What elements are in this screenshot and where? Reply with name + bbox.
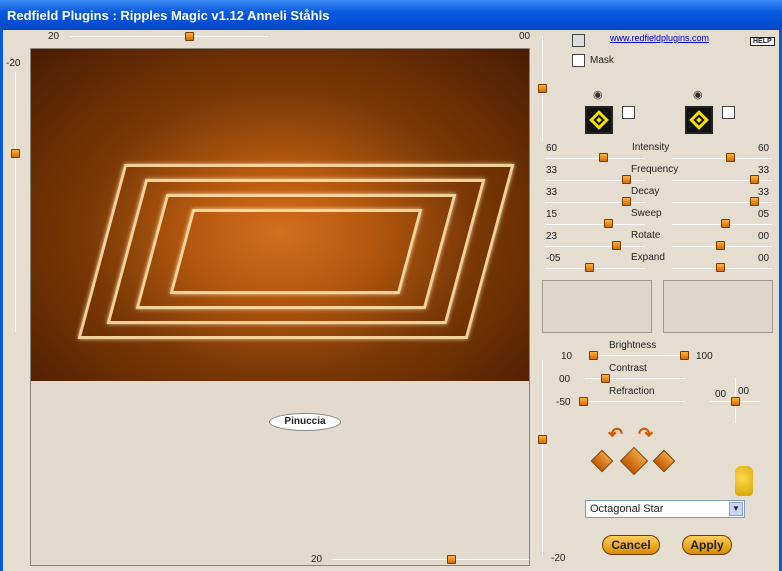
expand-right-thumb[interactable] (716, 263, 725, 272)
frequency-left-value: 33 (546, 165, 558, 176)
intensity-right-thumb[interactable] (726, 153, 735, 162)
reset-icon[interactable] (572, 34, 585, 47)
lower-vertical-slider-value: -20 (551, 553, 566, 564)
frequency-right-thumb[interactable] (750, 175, 759, 184)
pattern-left-checkbox[interactable] (622, 106, 635, 119)
preset-select[interactable]: Octagonal Star ▼ (585, 500, 745, 518)
bottom-slider-value: 20 (311, 554, 323, 565)
contrast-label: Contrast (609, 363, 647, 374)
left-slider-thumb[interactable] (11, 149, 20, 158)
brightness-min-value: 10 (561, 351, 573, 362)
expand-left-thumb[interactable] (585, 263, 594, 272)
rotate-right-thumb[interactable] (716, 241, 725, 250)
undo-arrow-icon[interactable]: ↶ (608, 424, 623, 445)
rotate-right-value: 00 (758, 231, 770, 242)
xy-x-value: 00 (715, 389, 727, 400)
window-title: Redfield Plugins : Ripples Magic v1.12 A… (0, 0, 782, 30)
website-link[interactable]: www.redfieldplugins.com (610, 33, 709, 43)
refraction-thumb[interactable] (579, 397, 588, 406)
brightness-min-thumb[interactable] (589, 351, 598, 360)
chevron-down-icon[interactable]: ▼ (729, 502, 743, 516)
xy-y-value: 00 (738, 386, 750, 397)
decay-right-thumb[interactable] (750, 197, 759, 206)
color-box-right[interactable] (663, 280, 773, 333)
contrast-value: 00 (559, 374, 571, 385)
ripple-ring (169, 209, 423, 294)
intensity-left-thumb[interactable] (599, 153, 608, 162)
xy-thumb[interactable] (731, 397, 740, 406)
brightness-track[interactable] (590, 355, 688, 356)
lower-vertical-slider-track[interactable] (542, 360, 543, 555)
mask-label: Mask (590, 55, 614, 66)
refraction-value: -50 (556, 397, 571, 408)
lower-vertical-slider-thumb[interactable] (538, 435, 547, 444)
rotate-left-value: 23 (546, 231, 558, 242)
decay-right-value: 33 (758, 187, 770, 198)
apply-button[interactable]: Apply (682, 535, 732, 555)
top-slider-right-value: 00 (519, 31, 531, 42)
brightness-max-value: 100 (696, 351, 713, 362)
intensity-right-value: 60 (758, 143, 770, 154)
pattern-swatch-right[interactable] (685, 106, 713, 134)
preview-panel[interactable]: Pinuccia (30, 48, 530, 566)
expand-left-track[interactable] (545, 268, 645, 269)
top-slider-thumb[interactable] (185, 32, 194, 41)
rotate-label: Rotate (631, 230, 661, 241)
expand-label: Expand (631, 252, 665, 263)
preset-selected-value: Octagonal Star (590, 503, 664, 515)
watermark-badge: Pinuccia (269, 413, 341, 431)
left-slider-value: -20 (6, 58, 21, 69)
intensity-left-track[interactable] (545, 158, 645, 159)
color-box-left[interactable] (542, 280, 652, 333)
eye-icon[interactable]: ◉ (693, 88, 703, 101)
rotate-left-thumb[interactable] (612, 241, 621, 250)
sweep-left-track[interactable] (545, 224, 645, 225)
left-slider-track[interactable] (15, 72, 16, 332)
brightness-label: Brightness (609, 340, 657, 351)
expand-left-value: -05 (546, 253, 561, 264)
decay-label: Decay (631, 186, 660, 197)
ripple-preview-image[interactable] (31, 49, 529, 381)
intensity-label: Intensity (632, 142, 670, 153)
frequency-label: Frequency (631, 164, 679, 175)
pattern-swatch-left[interactable] (585, 106, 613, 134)
bottom-slider-track[interactable] (333, 559, 529, 560)
decay-left-value: 33 (546, 187, 558, 198)
sweep-right-value: 05 (758, 209, 770, 220)
bottom-slider-thumb[interactable] (447, 555, 456, 564)
top-slider-value: 20 (48, 31, 60, 42)
pattern-right-checkbox[interactable] (722, 106, 735, 119)
sweep-left-thumb[interactable] (604, 219, 613, 228)
frequency-right-value: 33 (758, 165, 770, 176)
rotate-left-track[interactable] (545, 246, 645, 247)
refraction-label: Refraction (609, 386, 655, 397)
sweep-left-value: 15 (546, 209, 558, 220)
redo-arrow-icon[interactable]: ↷ (638, 424, 653, 445)
sweep-label: Sweep (631, 208, 662, 219)
mask-checkbox[interactable] (572, 54, 585, 67)
intensity-left-value: 60 (546, 143, 558, 154)
cancel-button[interactable]: Cancel (602, 535, 660, 555)
upper-vertical-slider-thumb[interactable] (538, 84, 547, 93)
contrast-thumb[interactable] (601, 374, 610, 383)
brightness-max-thumb[interactable] (680, 351, 689, 360)
contrast-track[interactable] (585, 378, 685, 379)
expand-right-value: 00 (758, 253, 770, 264)
intensity-right-track[interactable] (672, 158, 772, 159)
frequency-left-thumb[interactable] (622, 175, 631, 184)
sweep-right-thumb[interactable] (721, 219, 730, 228)
decay-left-thumb[interactable] (622, 197, 631, 206)
top-slider-track[interactable] (70, 36, 268, 37)
eye-icon[interactable]: ◉ (593, 88, 603, 101)
help-button[interactable]: HELP (750, 37, 775, 46)
refraction-track[interactable] (580, 401, 685, 402)
pointing-hand-icon (735, 466, 753, 496)
